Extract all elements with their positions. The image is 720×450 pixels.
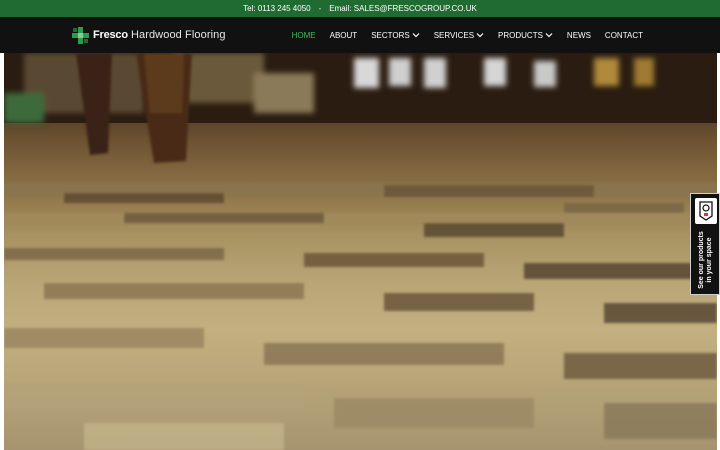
top-contact-bar: Tel: 0113 245 4050 - Email: SALES@FRESCO… [0, 0, 720, 17]
chevron-down-icon [412, 33, 420, 38]
main-navbar: Fresco Hardwood Flooring HOME ABOUT SECT… [0, 17, 720, 53]
main-menu: HOME ABOUT SECTORS SERVICES PRODUCTS NEW… [292, 17, 643, 53]
nav-about[interactable]: ABOUT [330, 31, 358, 40]
nav-news-label: NEWS [566, 30, 591, 40]
nav-services[interactable]: SERVICES [434, 31, 484, 40]
phone-link[interactable]: Tel: 0113 245 4050 [243, 4, 310, 13]
nav-home[interactable]: HOME [292, 31, 316, 40]
nav-products-label: PRODUCTS [498, 30, 543, 40]
visualizer-label: See our products in your space [698, 231, 713, 289]
hero-floor-image [4, 53, 717, 450]
nav-contact[interactable]: CONTACT [605, 31, 643, 40]
nav-home-label: HOME [291, 30, 316, 40]
nav-services-label: SERVICES [433, 30, 475, 40]
email-link[interactable]: Email: SALES@FRESCOGROUP.CO.UK [329, 4, 477, 13]
nav-products[interactable]: PRODUCTS [498, 31, 553, 40]
visualizer-side-tab[interactable]: See our products in your space [690, 193, 720, 295]
nav-contact-label: CONTACT [604, 30, 643, 40]
chevron-down-icon [545, 33, 553, 38]
logo-brand: Fresco [93, 29, 128, 41]
chevron-down-icon [476, 33, 484, 38]
site-logo[interactable]: Fresco Hardwood Flooring [72, 26, 226, 44]
nav-sectors[interactable]: SECTORS [371, 31, 420, 40]
logo-tagline: Hardwood Flooring [130, 29, 226, 41]
green-cross-logo-icon [72, 26, 89, 44]
nav-about-label: ABOUT [329, 30, 358, 40]
logo-text: Fresco Hardwood Flooring [93, 29, 226, 41]
nav-sectors-label: SECTORS [371, 30, 410, 40]
wood-floor-photo [4, 53, 717, 450]
visualizer-icon [695, 198, 717, 224]
separator: - [318, 4, 322, 13]
nav-news[interactable]: NEWS [567, 31, 591, 40]
